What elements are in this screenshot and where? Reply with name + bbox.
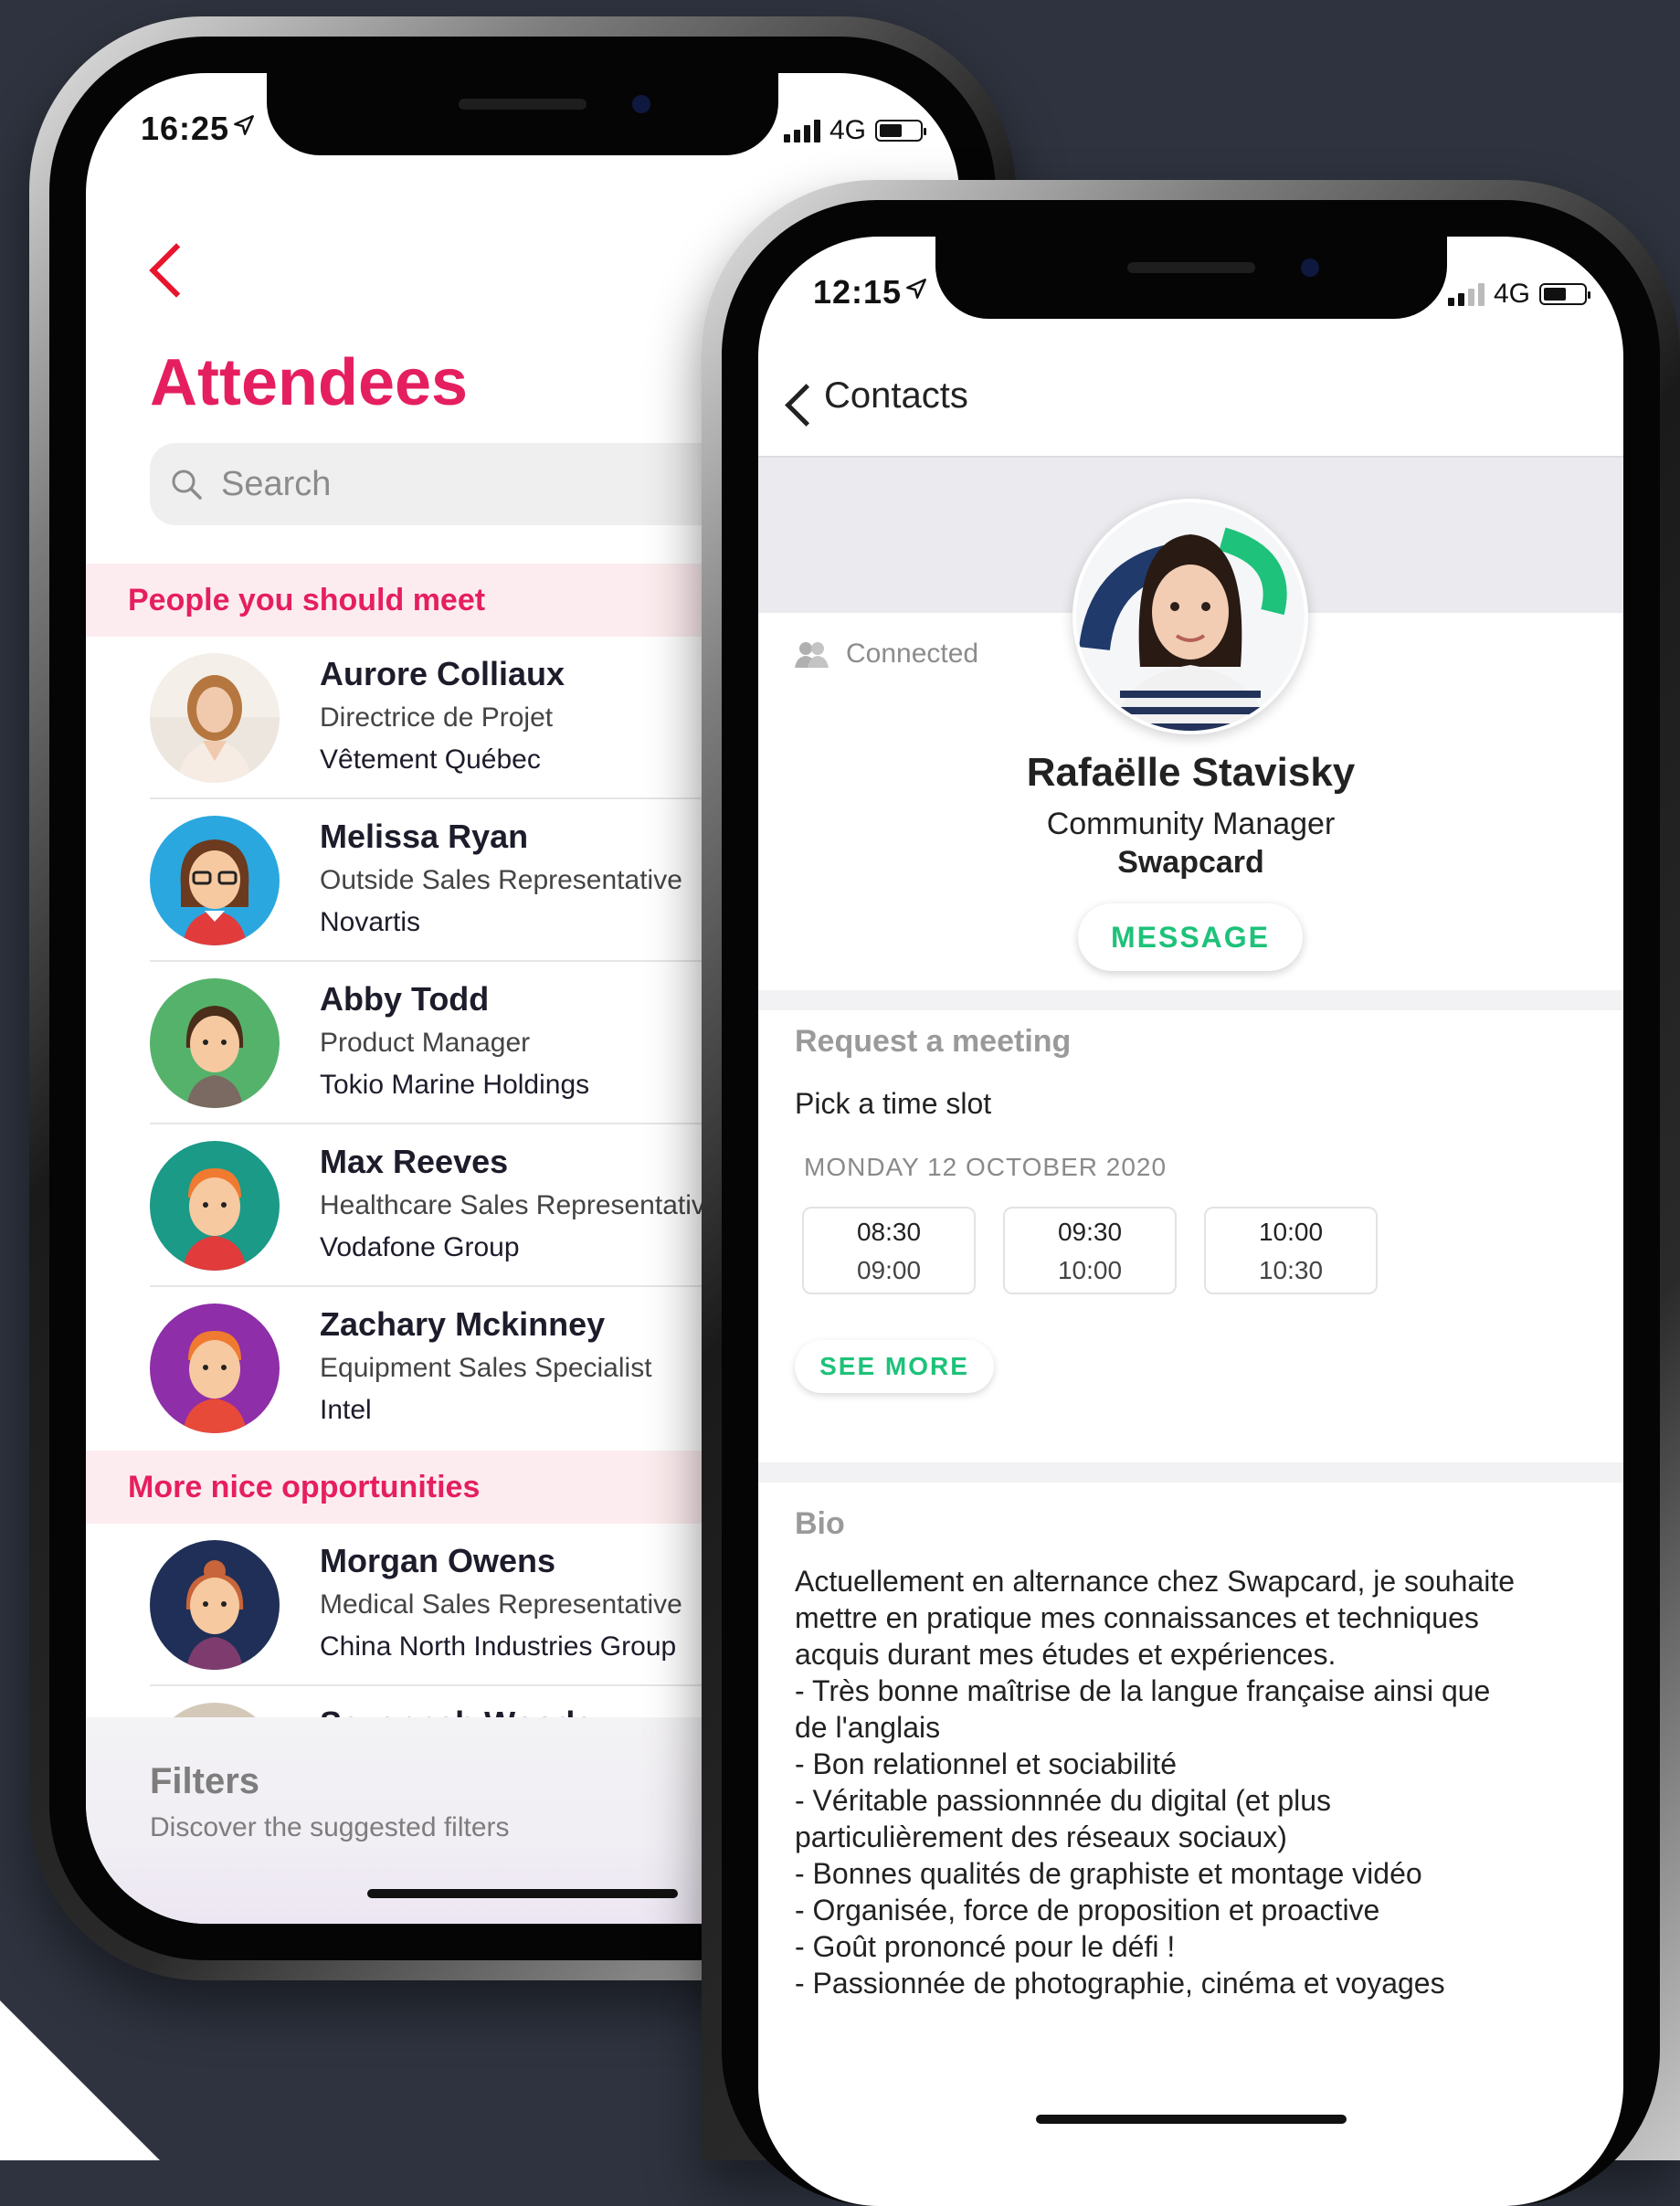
person-role: Product Manager [320, 1028, 531, 1058]
bio-heading: Bio [795, 1506, 845, 1541]
bio-line: acquis durant mes études et expériences. [795, 1638, 1337, 1671]
avatar [150, 1304, 280, 1433]
connection-label: Connected [846, 639, 979, 669]
bio-text: Actuellement en alternance chez Swapcard… [795, 1563, 1587, 2001]
avatar [150, 978, 280, 1108]
bio-line: Actuellement en alternance chez Swapcard… [795, 1565, 1516, 1598]
time-slot[interactable]: 09:30 10:00 [1003, 1207, 1177, 1294]
see-more-button[interactable]: SEE MORE [795, 1340, 994, 1393]
contact-name: Rafaëlle Stavisky [1026, 750, 1356, 795]
network-label: 4G [829, 115, 866, 145]
bio-line: - Bonnes qualités de graphiste et montag… [795, 1857, 1422, 1890]
time-slot[interactable]: 08:30 09:00 [802, 1207, 976, 1294]
nav-bar: Contacts [758, 355, 1623, 456]
home-indicator[interactable] [1035, 2115, 1347, 2124]
contact-role: Community Manager [1046, 807, 1336, 841]
bio-line: particulièrement des réseaux sociaux) [795, 1821, 1287, 1853]
avatar [150, 1540, 280, 1670]
person-name: Zachary Mckinney [320, 1305, 606, 1343]
person-name: Abby Todd [320, 980, 490, 1018]
signal-icon [1447, 282, 1485, 306]
slot-start: 08:30 [856, 1218, 922, 1246]
search-placeholder: Search [221, 464, 332, 503]
person-name: Aurore Colliaux [320, 655, 565, 692]
filters-subtitle: Discover the suggested filters [150, 1812, 510, 1842]
status-time: 16:25 [141, 110, 230, 147]
slot-start: 09:30 [1057, 1218, 1123, 1246]
battery-icon [1539, 283, 1590, 305]
connection-status: Connected [795, 639, 978, 670]
contact-org: Swapcard [1117, 845, 1264, 880]
bio-line: - Bon relationnel et sociabilité [795, 1747, 1178, 1780]
message-button[interactable]: MESSAGE [1078, 903, 1303, 971]
person-name: Melissa Ryan [320, 818, 529, 855]
slot-end: 10:00 [1057, 1256, 1123, 1284]
meeting-prompt: Pick a time slot [795, 1087, 992, 1120]
status-bar: 16:25 4G [86, 110, 959, 164]
person-role: Medical Sales Representative [320, 1589, 682, 1620]
bio-line: de l'anglais [795, 1711, 941, 1744]
slot-end: 10:30 [1258, 1256, 1324, 1284]
filters-title: Filters [150, 1761, 260, 1801]
status-time: 12:15 [813, 273, 903, 311]
person-org: Novartis [320, 907, 421, 937]
person-org: China North Industries Group [320, 1631, 677, 1662]
bio-line: - Organisée, force de proposition et pro… [795, 1894, 1380, 1926]
search-icon [172, 470, 202, 500]
page-title: Attendees [150, 346, 469, 419]
status-bar: 12:15 4G [758, 273, 1623, 328]
bio-line: - Goût prononcé pour le défi ! [795, 1930, 1176, 1963]
person-role: Directrice de Projet [320, 702, 554, 733]
divider [758, 1462, 1623, 1483]
battery-icon [875, 120, 926, 142]
chevron-left-icon[interactable] [785, 384, 828, 427]
person-role: Outside Sales Representative [320, 865, 682, 895]
back-button[interactable] [149, 243, 204, 298]
person-org: Vodafone Group [320, 1232, 520, 1262]
slot-end: 09:00 [856, 1256, 922, 1284]
back-link-contacts[interactable]: Contacts [824, 375, 968, 417]
person-role: Equipment Sales Specialist [320, 1353, 652, 1383]
bio-line: - Passionnée de photographie, cinéma et … [795, 1967, 1445, 2000]
person-role: Healthcare Sales Representative [320, 1190, 721, 1220]
avatar [150, 653, 280, 783]
phone-contact: 12:15 4G Contacts Connected Rafaëlle Sta… [702, 180, 1680, 2206]
slot-start: 10:00 [1258, 1218, 1324, 1246]
person-org: Vêtement Québec [320, 744, 541, 775]
network-label: 4G [1493, 279, 1530, 309]
person-name: Morgan Owens [320, 1542, 556, 1579]
home-indicator[interactable] [367, 1889, 678, 1898]
person-org: Tokio Marine Holdings [320, 1070, 590, 1100]
meeting-heading: Request a meeting [795, 1024, 1072, 1059]
location-arrow-icon [904, 277, 928, 305]
bio-line: - Très bonne maîtrise de la langue franç… [795, 1674, 1491, 1707]
meeting-date: MONDAY 12 OCTOBER 2020 [804, 1153, 1168, 1181]
users-icon [795, 642, 829, 668]
backdrop-corner-shape [0, 2000, 160, 2160]
avatar [150, 1141, 280, 1271]
profile-photo [1072, 499, 1308, 734]
time-slot[interactable]: 10:00 10:30 [1204, 1207, 1378, 1294]
location-arrow-icon [232, 113, 256, 142]
bio-line: mettre en pratique mes connaissances et … [795, 1601, 1479, 1634]
bio-line: - Véritable passionnnée du digital (et p… [795, 1784, 1332, 1817]
person-name: Max Reeves [320, 1143, 509, 1180]
contact-screen: 12:15 4G Contacts Connected Rafaëlle Sta… [758, 237, 1623, 2206]
avatar [150, 816, 280, 945]
person-org: Intel [320, 1395, 372, 1425]
signal-icon [783, 119, 820, 142]
divider [758, 990, 1623, 1010]
